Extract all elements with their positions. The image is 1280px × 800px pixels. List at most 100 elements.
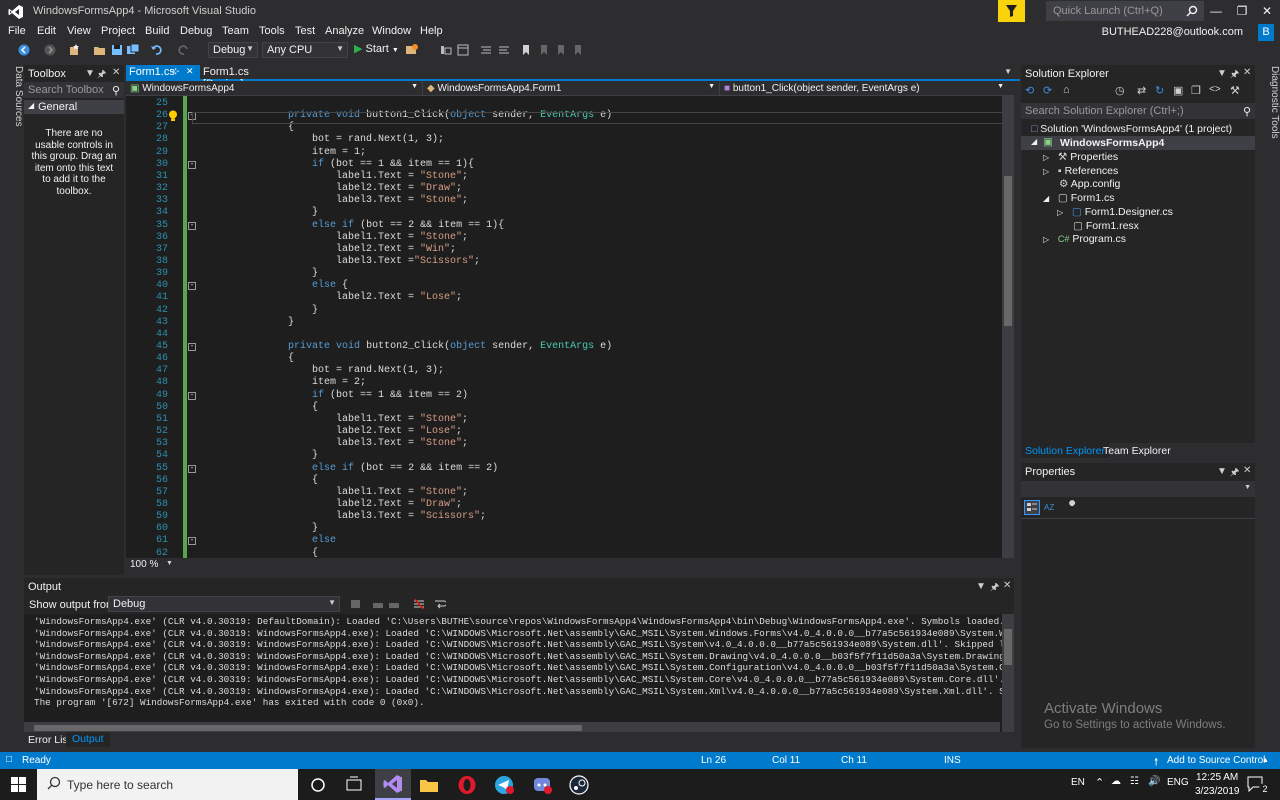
clock-date[interactable]: 3/23/2019 <box>1195 786 1240 797</box>
find-message-icon[interactable] <box>350 598 362 610</box>
windows-start-icon[interactable] <box>11 777 26 792</box>
tree-references[interactable]: ▷ ▪ References <box>1043 165 1118 177</box>
tree-program-cs[interactable]: ▷ C# Program.cs <box>1043 233 1126 245</box>
property-pages-wrench-icon[interactable] <box>1065 500 1081 515</box>
step-over-icon[interactable] <box>440 44 452 56</box>
code-line[interactable]: 31 label1.Text = "Stone"; <box>126 171 1014 183</box>
scrollbar-thumb[interactable] <box>1004 176 1012 326</box>
code-line[interactable]: 33 label3.Text = "Stone"; <box>126 195 1014 207</box>
bookmark-icon[interactable] <box>520 44 532 56</box>
zoom-level[interactable]: 100 % <box>130 559 158 570</box>
code-line[interactable]: 29 item = 1; <box>126 147 1014 159</box>
prev-message-icon[interactable] <box>372 598 384 610</box>
tab-form1-design[interactable]: Form1.cs [Design] <box>200 65 284 90</box>
refresh-icon[interactable]: ↻ <box>1155 84 1164 97</box>
chevron-up-icon[interactable]: ⌃ <box>1095 776 1104 789</box>
output-menu-icon[interactable]: ▼ <box>976 581 986 592</box>
sync-icon[interactable]: ⇄ <box>1137 84 1146 97</box>
code-line[interactable]: 48 item = 2; <box>126 377 1014 389</box>
pin-icon[interactable]: ⊹ <box>172 66 180 77</box>
code-line[interactable]: 43 } <box>126 317 1014 329</box>
close-icon[interactable]: ✕ <box>1243 465 1251 476</box>
project-dropdown[interactable]: ▣ WindowsFormsApp4 ▼ <box>126 81 423 96</box>
forward-icon[interactable] <box>44 44 56 56</box>
undo-icon[interactable] <box>150 44 162 56</box>
menu-tools[interactable]: Tools <box>259 25 285 37</box>
menu-edit[interactable]: Edit <box>37 25 56 37</box>
clear-all-icon[interactable] <box>413 598 425 610</box>
code-line[interactable]: 34 } <box>126 207 1014 219</box>
collapse-region-icon[interactable]: - <box>188 464 196 473</box>
task-view-icon[interactable] <box>343 774 365 796</box>
toggle-layout-icon[interactable] <box>457 44 469 56</box>
panel-menu-icon[interactable]: ▼ <box>1217 68 1227 79</box>
alphabetical-icon[interactable]: AZ <box>1043 500 1059 515</box>
menu-test[interactable]: Test <box>295 25 315 37</box>
categorized-button[interactable] <box>1024 500 1040 515</box>
back-icon[interactable] <box>18 44 30 56</box>
tree-solution[interactable]: □ Solution 'WindowsFormsApp4' (1 project… <box>1031 123 1232 135</box>
editor-vertical-scrollbar[interactable] <box>1002 96 1014 558</box>
back-icon[interactable]: ⟲ <box>1025 84 1034 97</box>
panel-menu-icon[interactable]: ▼ <box>1217 466 1227 477</box>
cortana-icon[interactable] <box>307 774 329 796</box>
input-method-indicator[interactable]: ENG <box>1167 777 1189 788</box>
code-line[interactable]: 28 bot = rand.Next(1, 3); <box>126 134 1014 146</box>
solution-platform-select[interactable]: Any CPU ▼ <box>262 42 348 58</box>
network-icon[interactable]: ☷ <box>1130 776 1139 787</box>
data-sources-tab[interactable]: Data Sources <box>4 66 24 127</box>
collapse-region-icon[interactable]: - <box>188 391 196 400</box>
word-wrap-icon[interactable] <box>434 598 446 610</box>
tree-project-selected[interactable]: ◢ ▣ WindowsFormsApp4 <box>1021 136 1255 150</box>
properties-wrench-icon[interactable]: ⚒ <box>1230 84 1240 97</box>
menu-project[interactable]: Project <box>101 25 135 37</box>
browser-link-icon[interactable] <box>406 44 418 56</box>
save-icon[interactable] <box>111 44 123 56</box>
collapse-region-icon[interactable]: - <box>188 221 196 230</box>
code-line[interactable]: 39 } <box>126 268 1014 280</box>
menu-analyze[interactable]: Analyze <box>325 25 364 37</box>
code-line[interactable]: 36 label1.Text = "Stone"; <box>126 232 1014 244</box>
tree-form1-resx[interactable]: ▢ Form1.resx <box>1073 220 1139 232</box>
opera-icon[interactable] <box>456 774 478 796</box>
steam-icon[interactable] <box>568 774 590 796</box>
tree-app-config[interactable]: ⚙ App.config <box>1059 178 1120 190</box>
tab-overflow-icon[interactable]: ▼ <box>1004 67 1012 76</box>
code-line[interactable]: 42 } <box>126 305 1014 317</box>
tab-error-list[interactable]: Error List <box>28 734 71 746</box>
member-dropdown[interactable]: ■ button1_Click(object sender, EventArgs… <box>720 81 1014 96</box>
collapse-region-icon[interactable]: - <box>188 343 196 351</box>
code-line[interactable]: 52 label2.Text = "Lose"; <box>126 426 1014 438</box>
file-explorer-icon[interactable] <box>418 774 440 796</box>
code-line[interactable]: 50 { <box>126 402 1014 414</box>
chevron-up-icon[interactable]: ▲ <box>1262 757 1269 764</box>
code-line[interactable]: 61 else - <box>126 535 1014 547</box>
clear-bookmarks-icon[interactable] <box>572 44 584 56</box>
close-window-button[interactable]: ✕ <box>1254 0 1280 22</box>
code-line[interactable]: 41 label2.Text = "Lose"; <box>126 292 1014 304</box>
volume-icon[interactable]: 🔊 <box>1148 776 1160 787</box>
output-source-select[interactable]: Debug ▼ <box>108 596 340 612</box>
quick-launch-input[interactable]: Quick Launch (Ctrl+Q) <box>1046 1 1204 21</box>
taskbar-search-input[interactable]: Type here to search <box>37 769 298 800</box>
close-icon[interactable]: ✕ <box>1003 580 1011 591</box>
account-email[interactable]: BUTHEAD228@outlook.com <box>1102 26 1243 38</box>
code-line[interactable]: 49 if (bot == 1 && item == 2) - <box>126 390 1014 402</box>
code-line[interactable]: 59 label3.Text = "Scissors"; <box>126 511 1014 523</box>
collapse-region-icon[interactable]: - <box>188 160 196 169</box>
close-icon[interactable]: ✕ <box>1243 67 1251 78</box>
comment-icon[interactable] <box>480 44 492 56</box>
collapse-region-icon[interactable]: - <box>188 282 196 291</box>
add-to-source-control-button[interactable]: Add to Source Control <box>1167 755 1265 766</box>
menu-view[interactable]: View <box>67 25 91 37</box>
menu-file[interactable]: File <box>8 25 26 37</box>
discord-icon[interactable] <box>531 774 553 796</box>
code-line[interactable]: 40 else {- <box>126 280 1014 292</box>
toolbox-menu-icon[interactable]: ▼ <box>85 68 95 79</box>
next-bookmark-icon[interactable] <box>555 44 567 56</box>
collapse-region-icon[interactable]: - <box>188 537 196 546</box>
output-text-area[interactable]: 'WindowsFormsApp4.exe' (CLR v4.0.30319: … <box>24 614 1014 748</box>
tree-properties[interactable]: ▷ ⚒ Properties <box>1043 151 1118 163</box>
code-line[interactable]: 35 else if (bot == 2 && item == 1){- <box>126 220 1014 232</box>
minimize-button[interactable]: — <box>1203 0 1229 22</box>
